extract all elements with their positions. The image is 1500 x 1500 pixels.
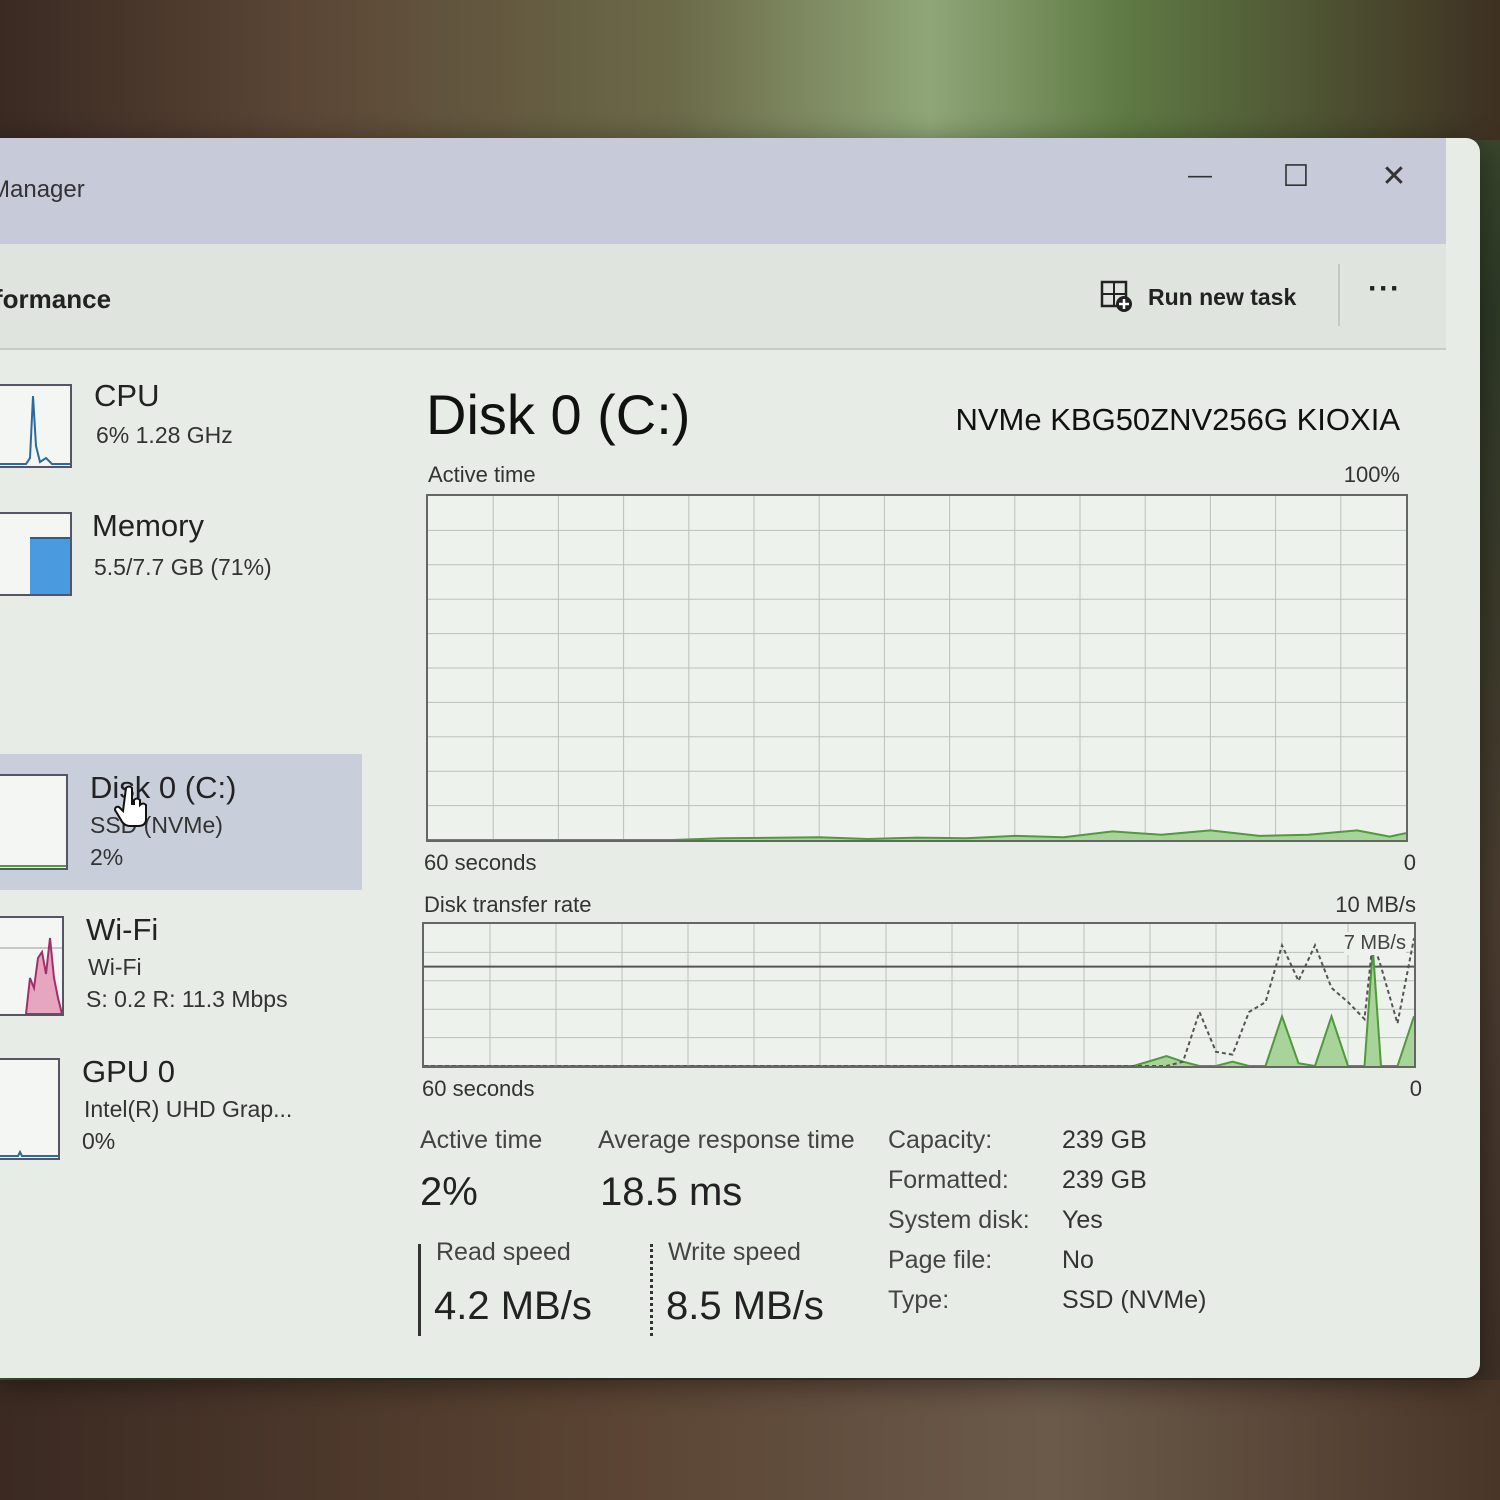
active-time-graph	[426, 494, 1408, 842]
close-icon: ✕	[1381, 159, 1407, 193]
desktop-wallpaper-bottom	[0, 1380, 1500, 1500]
transfer-rate-graph-label: Disk transfer rate	[424, 892, 592, 917]
page-file-value: No	[1062, 1246, 1094, 1274]
system-disk-value: Yes	[1062, 1206, 1103, 1234]
write-speed-value: 8.5 MB/s	[666, 1284, 824, 1328]
active-time-max-label: 100%	[1343, 462, 1400, 487]
capacity-label: Capacity:	[888, 1126, 993, 1154]
sidebar-item-usage: 0%	[82, 1128, 116, 1154]
disk-model: NVMe KBG50ZNV256G KIOXIA	[955, 402, 1400, 437]
capacity-value: 239 GB	[1062, 1126, 1147, 1154]
maximize-button[interactable]: ☐	[1272, 156, 1320, 196]
transfer-ref-label: 7 MB/s	[1343, 932, 1406, 955]
close-button[interactable]: ✕	[1370, 156, 1418, 196]
disk-mini-graph	[0, 774, 68, 870]
task-manager-window: Manager — ☐ ✕ formance Run new task ···	[0, 138, 1480, 1378]
performance-sidebar: CPU 6% 1.28 GHz Memory 5.5/7.7 GB (71%) …	[0, 350, 362, 1378]
sidebar-item-title: Wi-Fi	[86, 912, 159, 947]
read-speed-value: 4.2 MB/s	[434, 1284, 592, 1328]
type-label: Type:	[888, 1286, 950, 1314]
page-title: formance	[0, 284, 112, 314]
sidebar-item-disk-0[interactable]: Disk 0 (C:) SSD (NVMe) 2%	[0, 754, 362, 890]
sidebar-item-cpu[interactable]: CPU 6% 1.28 GHz	[0, 370, 362, 490]
read-speed-legend-line	[418, 1244, 421, 1336]
system-disk-label: System disk:	[888, 1206, 1030, 1234]
title-bar[interactable]: Manager — ☐ ✕	[0, 138, 1446, 244]
desktop-wallpaper-top	[0, 0, 1500, 140]
wifi-mini-graph	[0, 916, 64, 1016]
write-speed-series-line	[424, 938, 1415, 1067]
response-time-label: Average response time	[598, 1126, 855, 1154]
active-time-x-end: 0	[1403, 850, 1416, 875]
sidebar-item-rate: S: 0.2 R: 11.3 Mbps	[86, 986, 288, 1012]
transfer-rate-x-end: 0	[1409, 1076, 1422, 1101]
run-task-label: Run new task	[1148, 283, 1297, 310]
minimize-icon: —	[1188, 162, 1212, 189]
cpu-mini-graph	[0, 384, 72, 468]
sidebar-item-title: Disk 0 (C:)	[90, 770, 237, 805]
sidebar-item-detail: Intel(R) UHD Grap...	[84, 1096, 293, 1122]
sidebar-item-detail: Wi-Fi	[88, 954, 142, 980]
sidebar-item-wifi[interactable]: Wi-Fi Wi-Fi S: 0.2 R: 11.3 Mbps	[0, 902, 362, 1032]
sidebar-item-detail: SSD (NVMe)	[90, 812, 223, 838]
write-speed-legend-line	[650, 1244, 653, 1336]
run-task-icon	[1100, 280, 1132, 312]
sidebar-item-title: CPU	[94, 378, 160, 413]
sidebar-item-usage: 2%	[90, 844, 124, 870]
toolbar-divider	[1338, 264, 1340, 326]
sidebar-item-detail: 5.5/7.7 GB (71%)	[94, 554, 272, 580]
sidebar-item-title: Memory	[92, 508, 204, 543]
more-options-button[interactable]: ···	[1368, 272, 1401, 306]
sidebar-item-title: GPU 0	[82, 1054, 176, 1089]
gpu-mini-graph	[0, 1058, 60, 1160]
toolbar: formance Run new task ···	[0, 244, 1446, 350]
transfer-rate-graph: 7 MB/s	[422, 922, 1416, 1068]
sidebar-item-memory[interactable]: Memory 5.5/7.7 GB (71%)	[0, 498, 362, 618]
sidebar-item-detail: 6% 1.28 GHz	[96, 422, 233, 448]
app-title: Manager	[0, 176, 85, 203]
active-time-x-start: 60 seconds	[424, 850, 537, 875]
response-time-value: 18.5 ms	[600, 1170, 743, 1214]
hand-cursor-icon	[114, 785, 147, 827]
disk-detail-panel: Disk 0 (C:) NVMe KBG50ZNV256G KIOXIA Act…	[418, 350, 1428, 1378]
type-value: SSD (NVMe)	[1062, 1286, 1207, 1314]
sidebar-item-gpu-0[interactable]: GPU 0 Intel(R) UHD Grap... 0%	[0, 1048, 362, 1168]
page-file-label: Page file:	[888, 1246, 993, 1274]
read-speed-label: Read speed	[436, 1238, 571, 1266]
active-time-stat-label: Active time	[420, 1126, 543, 1154]
run-new-task-button[interactable]: Run new task	[1100, 280, 1296, 314]
write-speed-label: Write speed	[668, 1238, 801, 1266]
active-time-stat-value: 2%	[420, 1170, 478, 1214]
transfer-rate-max-label: 10 MB/s	[1335, 892, 1416, 917]
maximize-icon: ☐	[1282, 159, 1310, 193]
formatted-value: 239 GB	[1062, 1166, 1147, 1194]
memory-mini-graph	[0, 512, 72, 596]
active-time-graph-label: Active time	[428, 462, 536, 487]
minimize-button[interactable]: —	[1176, 156, 1224, 196]
formatted-label: Formatted:	[888, 1166, 1009, 1194]
disk-title: Disk 0 (C:)	[426, 383, 691, 446]
transfer-rate-x-start: 60 seconds	[422, 1076, 535, 1101]
